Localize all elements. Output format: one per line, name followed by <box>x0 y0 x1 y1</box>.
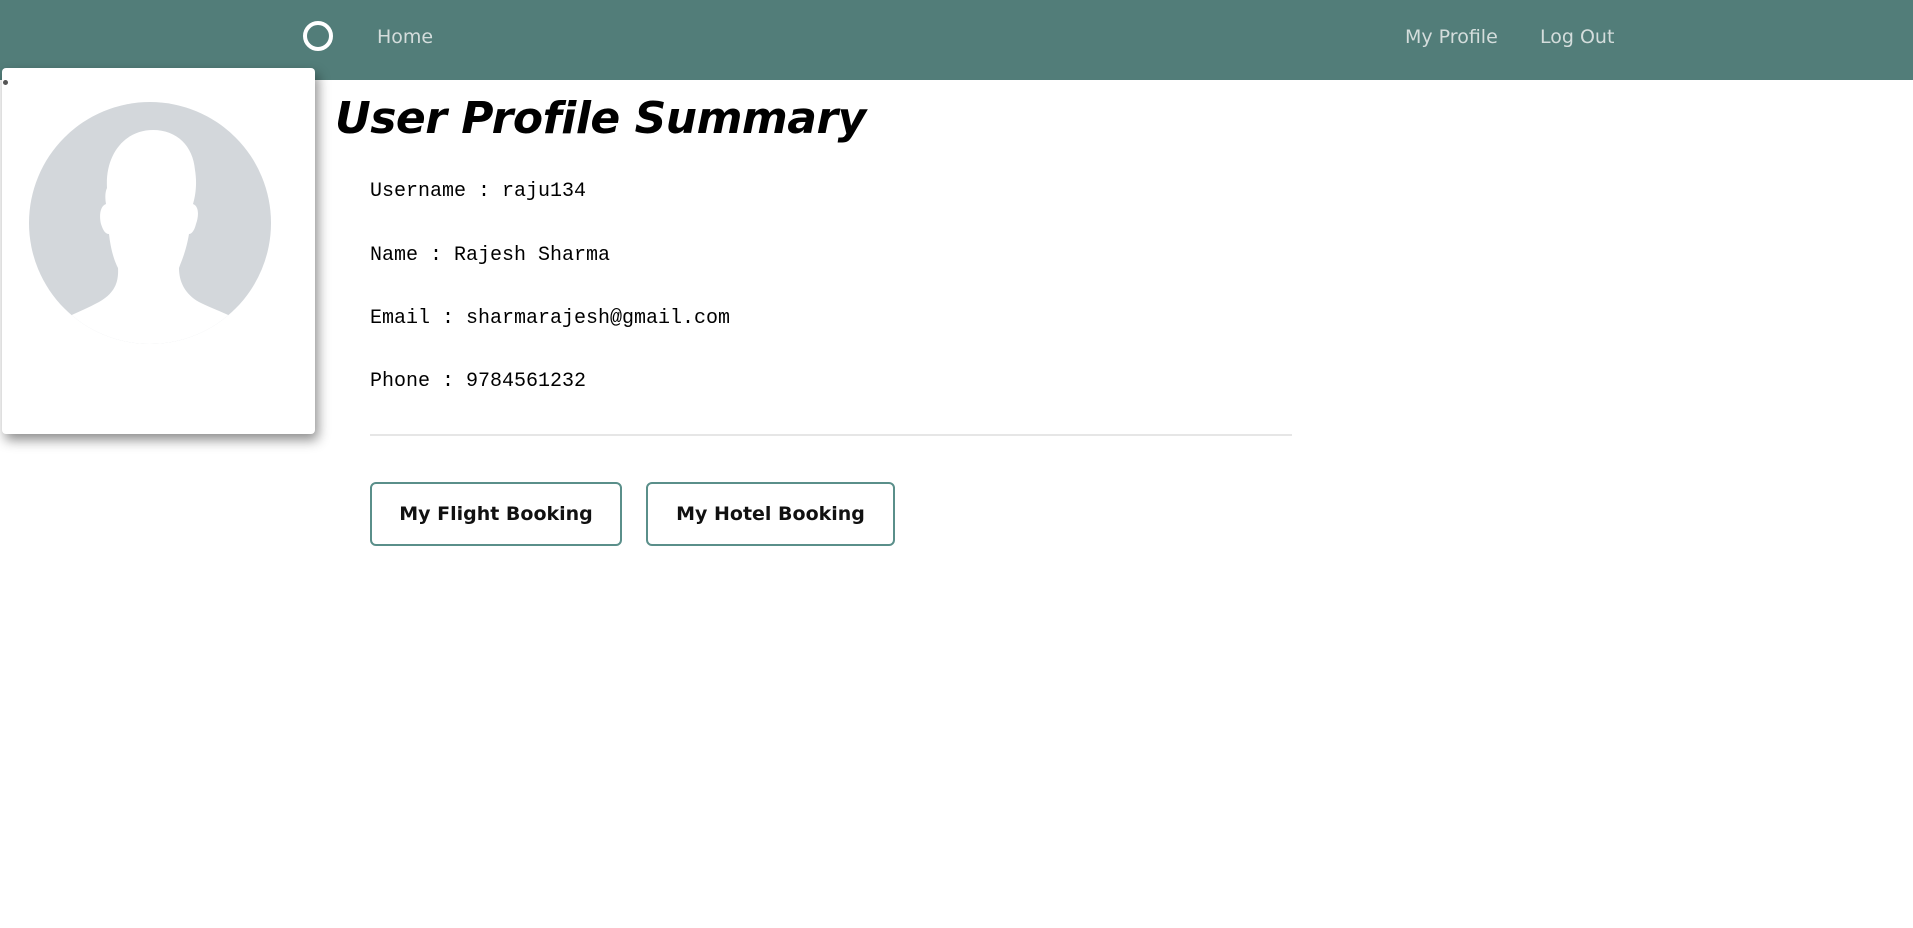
page-title: User Profile Summary <box>335 93 866 144</box>
nav-home-link[interactable]: Home <box>377 26 433 48</box>
nav-my-profile-link[interactable]: My Profile <box>1405 26 1498 48</box>
section-divider <box>370 434 1292 436</box>
username-field: Username : raju134 <box>370 180 587 203</box>
avatar-card <box>2 68 315 434</box>
phone-field: Phone : 9784561232 <box>370 370 587 393</box>
my-flight-booking-button[interactable]: My Flight Booking <box>370 482 622 546</box>
email-field: Email : sharmarajesh@gmail.com <box>370 307 731 330</box>
name-field: Name : Rajesh Sharma <box>370 244 611 267</box>
default-user-avatar-icon <box>29 102 271 344</box>
nav-log-out-link[interactable]: Log Out <box>1540 26 1614 48</box>
card-handle-dot <box>3 80 8 85</box>
circle-logo-icon[interactable] <box>303 21 333 51</box>
my-hotel-booking-button[interactable]: My Hotel Booking <box>646 482 895 546</box>
